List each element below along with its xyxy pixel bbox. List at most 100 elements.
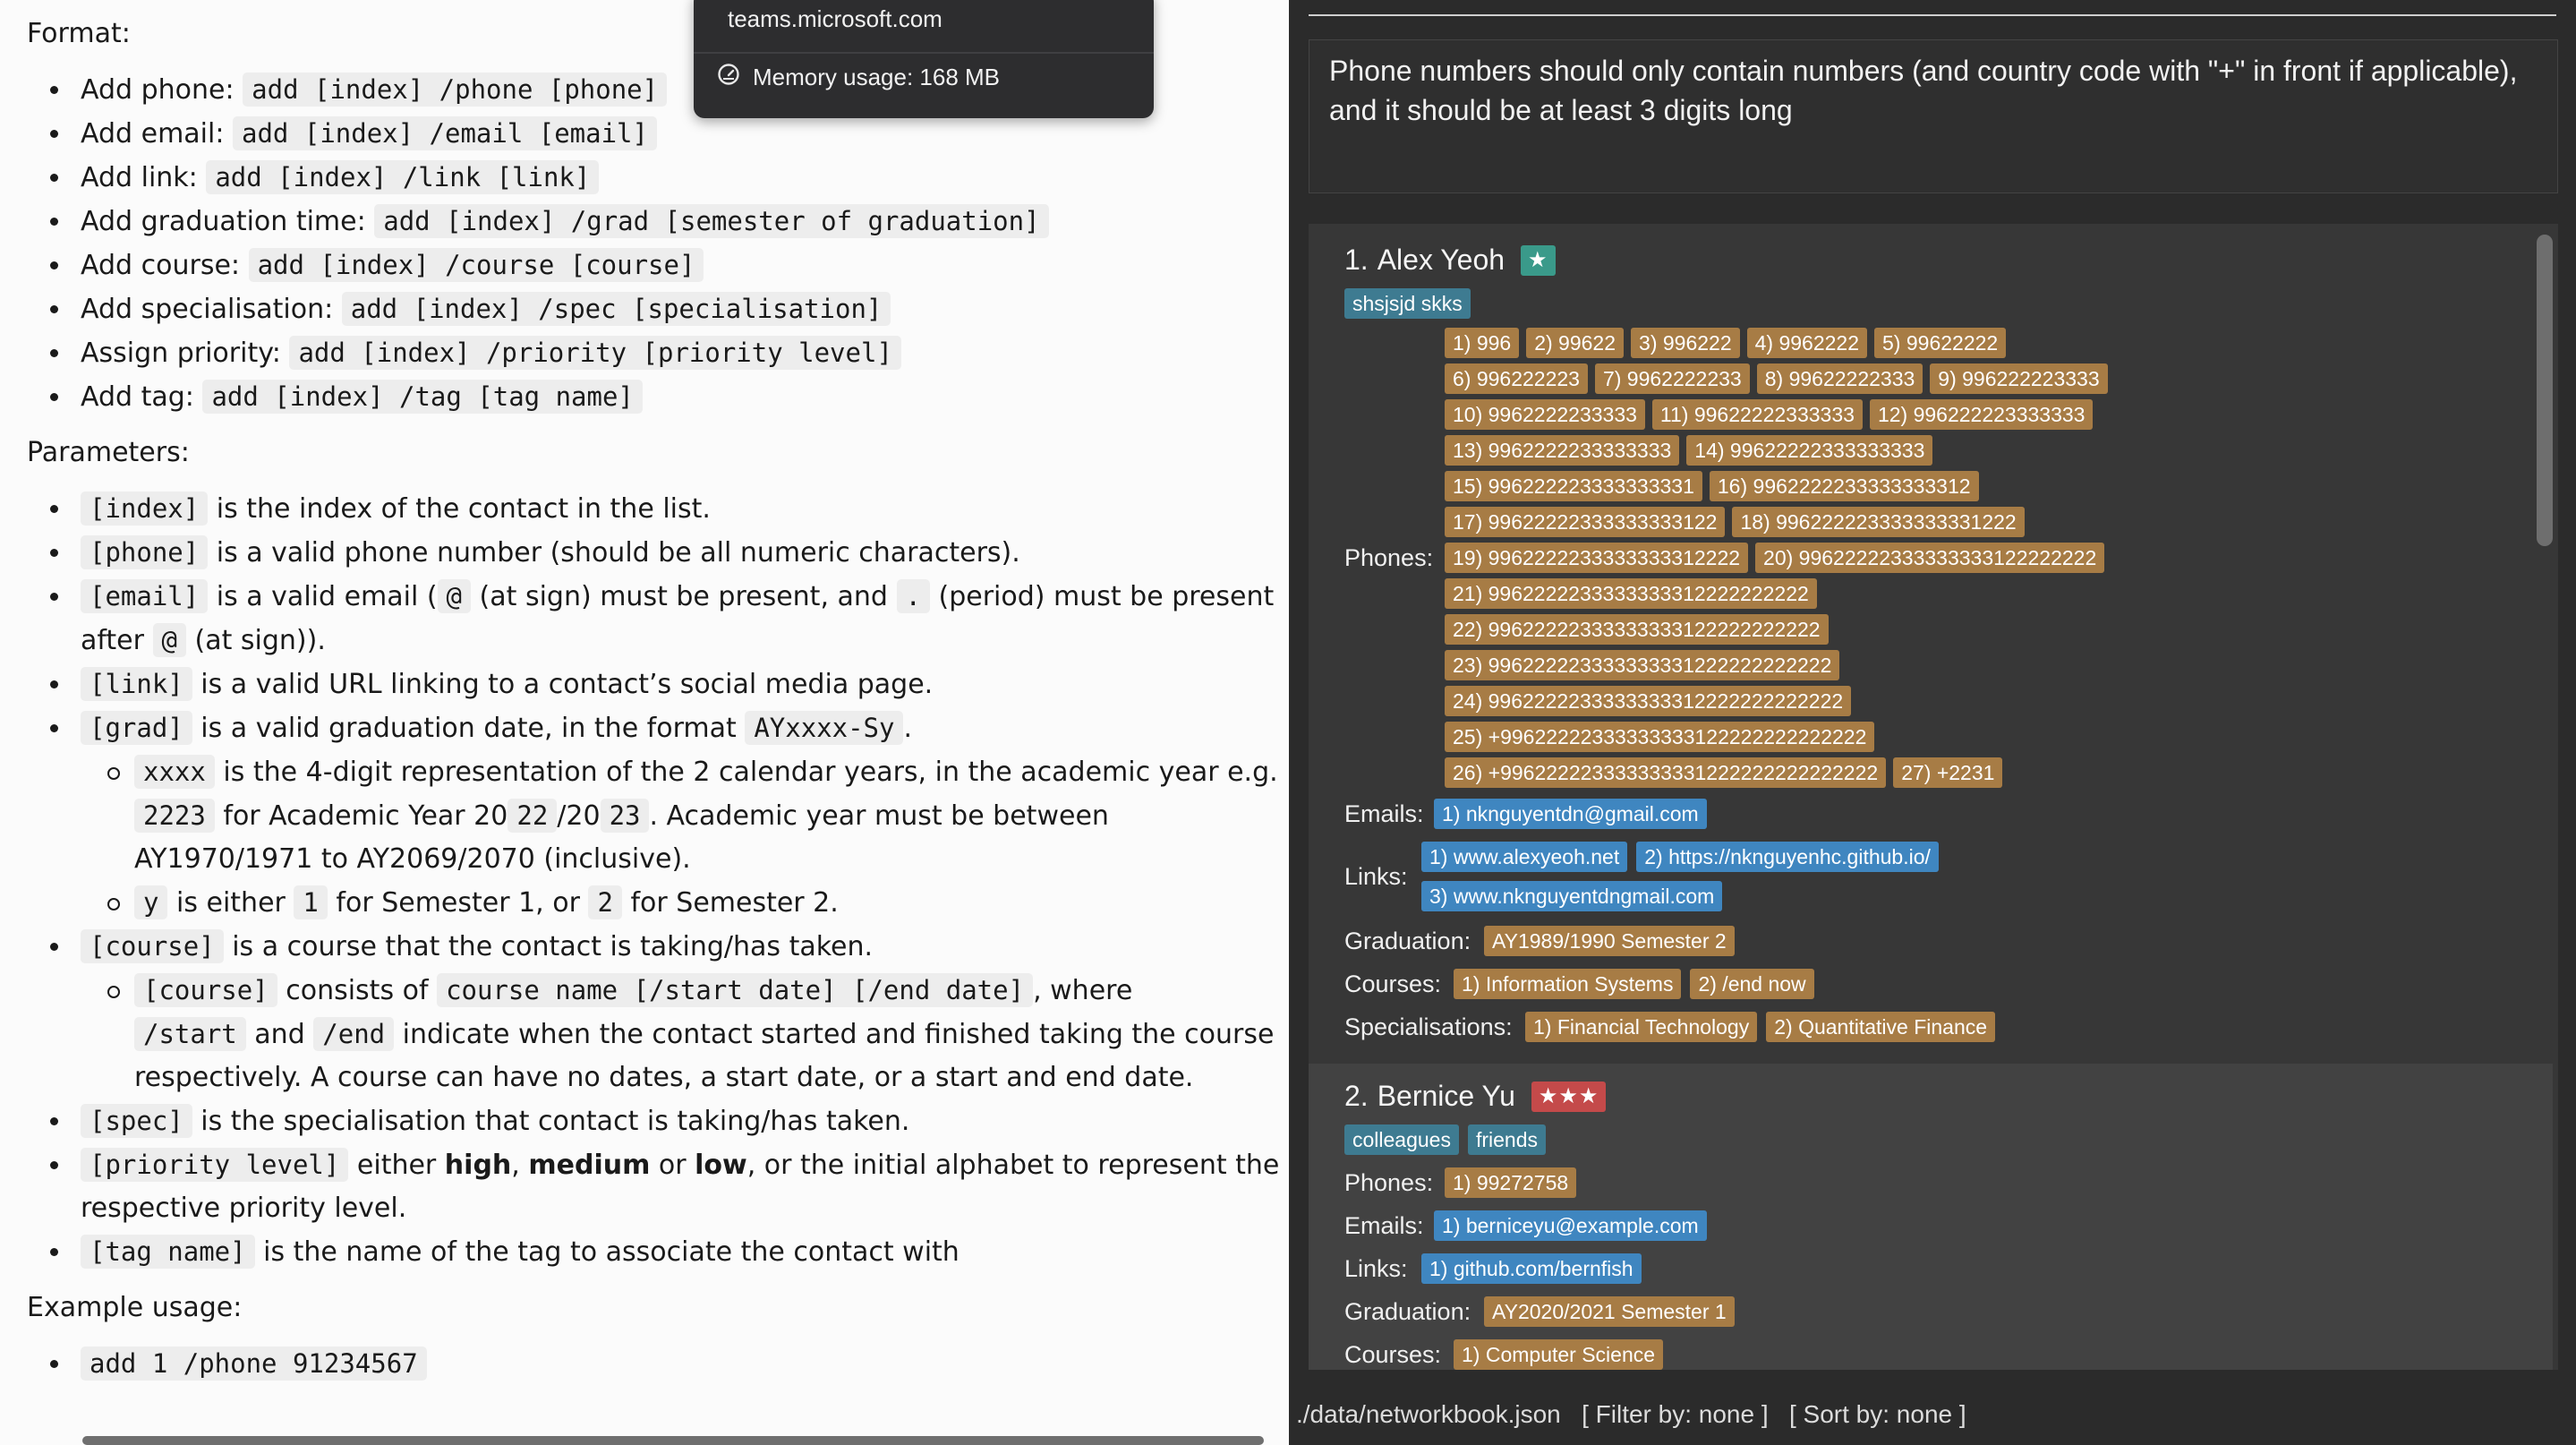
format-label: Assign priority:: [81, 338, 281, 369]
graduation-chip: AY1989/1990 Semester 2: [1484, 926, 1735, 956]
phone-chip: 8) 99622222333: [1756, 363, 1923, 394]
specialisation-chip: 2) Quantitative Finance: [1766, 1012, 1996, 1042]
contact-name-row: 1. Alex Yeoh ★: [1344, 244, 1556, 277]
param-text: is the specialisation that contact is ta…: [192, 1106, 910, 1137]
contact-name: Bernice Yu: [1377, 1080, 1515, 1112]
tag-chip: shsjsjd skks: [1344, 288, 1471, 319]
example-code: add 1 /phone 91234567: [81, 1347, 427, 1381]
param-link: [link] is a valid URL linking to a conta…: [27, 663, 1280, 706]
specialisation-list: 1) Financial Technology 2) Quantitative F…: [1525, 1012, 1996, 1042]
param-code: [course]: [134, 973, 277, 1007]
links-row: Links: 1) www.alexyeoh.net 2) https://nkn…: [1344, 842, 1976, 911]
param-priority: [priority level] either high, medium or …: [27, 1143, 1280, 1230]
tag-chip: colleagues: [1344, 1124, 1459, 1155]
contact-card[interactable]: 2. Bernice Yu ★★★ colleagues friends Phon…: [1309, 1064, 2553, 1370]
param-text: respective priority level.: [81, 1193, 407, 1224]
sort-status: [ Sort by: none ]: [1788, 1400, 1966, 1428]
specialisations-row: Specialisations: 1) Financial Technology…: [1344, 1012, 1996, 1042]
param-phone: [phone] is a valid phone number (should …: [27, 531, 1280, 575]
format-item: Add email: add [index] /email [email]: [27, 112, 1280, 156]
param-code: [link]: [81, 667, 192, 701]
phone-chip: 21) 9962222233333333312222222222: [1445, 578, 1817, 609]
specialisation-chip: 1) Financial Technology: [1525, 1012, 1758, 1042]
data-file-path: ./data/networkbook.json: [1296, 1400, 1561, 1428]
contact-card[interactable]: 1. Alex Yeoh ★ shsjsjd skks Phones: 1) 9…: [1309, 224, 2553, 1061]
phone-chip: 24) 9962222233333333312222222222222: [1445, 686, 1852, 716]
course-list: 1) Computer Science: [1454, 1339, 1664, 1370]
graduation-row: Graduation: AY1989/1990 Semester 2: [1344, 926, 1735, 956]
param-text: for Academic Year 20: [214, 800, 508, 832]
graduation-row: Graduation: AY2020/2021 Semester 1: [1344, 1296, 1735, 1327]
phone-chip: 7) 9962222233: [1594, 363, 1750, 394]
course-chip: 2) /end now: [1690, 969, 1814, 999]
link-list: 1) www.alexyeoh.net 2) https://nknguyenhc…: [1421, 842, 1976, 911]
browser-tab-hover-card: teams.microsoft.com Memory usage: 168 MB: [694, 0, 1154, 118]
phone-chip: 11) 99622222333333: [1651, 399, 1863, 430]
format-code: add [index] /grad [semester of graduatio…: [374, 204, 1049, 238]
contact-name: Alex Yeoh: [1377, 244, 1506, 276]
format-item: Add graduation time: add [index] /grad […: [27, 200, 1280, 244]
networkbook-app: Phone numbers should only contain number…: [1289, 0, 2576, 1445]
courses-label: Courses:: [1344, 1340, 1442, 1368]
phones-row: Phones: 1) 99272758: [1344, 1167, 1577, 1198]
param-text: /20: [557, 800, 601, 832]
example-item: add 1 /phone 91234567: [27, 1342, 1280, 1386]
param-text: and: [245, 1019, 314, 1050]
format-item: Add course: add [index] /course [course]: [27, 244, 1280, 287]
phone-chip: 12) 996222223333333: [1869, 399, 2094, 430]
param-text: low: [695, 1150, 747, 1181]
param-text: high: [444, 1150, 512, 1181]
param-code: 2: [588, 885, 622, 919]
link-chip: 1) www.alexyeoh.net: [1421, 842, 1628, 872]
phone-chip: 6) 996222223: [1445, 363, 1588, 394]
phones-row: Phones: 1) 996 2) 99622 3) 996222 4) 996222…: [1344, 328, 2143, 788]
param-code: [grad]: [81, 711, 192, 745]
courses-row: Courses: 1) Information Systems 2) /end n…: [1344, 969, 1814, 999]
email-chip: 1) berniceyu@example.com: [1434, 1210, 1707, 1241]
help-scrollbar[interactable]: [82, 1436, 1264, 1445]
param-code: [spec]: [81, 1104, 192, 1138]
tag-row: shsjsjd skks: [1344, 288, 1471, 319]
contact-list-scrollbar[interactable]: [2537, 235, 2553, 546]
courses-label: Courses:: [1344, 970, 1442, 997]
priority-badge: ★★★: [1531, 1081, 1607, 1112]
phone-chip: 4) 9962222: [1746, 328, 1868, 358]
specialisations-label: Specialisations:: [1344, 1013, 1513, 1040]
param-text: AY1970/1971 to AY2069/2070 (inclusive).: [134, 843, 691, 875]
phone-list: 1) 996 2) 99622 3) 996222 4) 9962222 5) 9962…: [1445, 328, 2143, 788]
param-text: .: [903, 713, 913, 744]
param-email: [email] is a valid email (@ (at sign) mu…: [27, 575, 1280, 663]
command-box-underline: [1309, 14, 2556, 16]
param-code: 22: [508, 799, 558, 833]
param-code: course name [/start date] [/end date]: [437, 973, 1034, 1007]
param-text: or: [650, 1150, 695, 1181]
param-text: . Academic year must be between: [649, 800, 1109, 832]
link-chip: 1) github.com/bernfish: [1421, 1253, 1642, 1284]
param-text: respectively. A course can have no dates…: [134, 1062, 1194, 1093]
param-text: , or the initial alphabet to represent t…: [746, 1150, 1280, 1181]
phone-chip: 2) 99622: [1526, 328, 1625, 358]
contact-index: 2.: [1344, 1080, 1369, 1112]
memory-usage-row: Memory usage: 168 MB: [717, 61, 1000, 93]
param-code: @: [152, 623, 186, 657]
param-text: is a course that the contact is taking/h…: [223, 931, 874, 962]
param-code: [phone]: [81, 535, 209, 569]
phone-chip: 9) 996222223333: [1930, 363, 2108, 394]
format-item: Add specialisation: add [index] /spec [s…: [27, 287, 1280, 331]
help-content: Format: Add phone: add [index] /phone [p…: [27, 13, 1280, 1398]
contact-list[interactable]: 1. Alex Yeoh ★ shsjsjd skks Phones: 1) 9…: [1309, 224, 2558, 1370]
format-label: Add link:: [81, 162, 198, 193]
contact-index: 1.: [1344, 244, 1369, 276]
links-label: Links:: [1344, 862, 1408, 890]
email-list: 1) berniceyu@example.com: [1434, 1210, 1707, 1241]
course-list: 1) Information Systems 2) /end now: [1454, 969, 1814, 999]
emails-row: Emails: 1) berniceyu@example.com: [1344, 1210, 1707, 1241]
tab-host: teams.microsoft.com: [728, 5, 943, 32]
param-code: [index]: [81, 492, 209, 526]
format-label: Add tag:: [81, 381, 194, 413]
phone-chip: 15) 996222223333333331: [1445, 471, 1702, 501]
format-label: Add course:: [81, 250, 241, 281]
help-document: Format: Add phone: add [index] /phone [p…: [0, 0, 1289, 1445]
divider: [694, 52, 1154, 54]
subparam-xxxx: xxxx is the 4-digit representation of th…: [27, 750, 1280, 881]
